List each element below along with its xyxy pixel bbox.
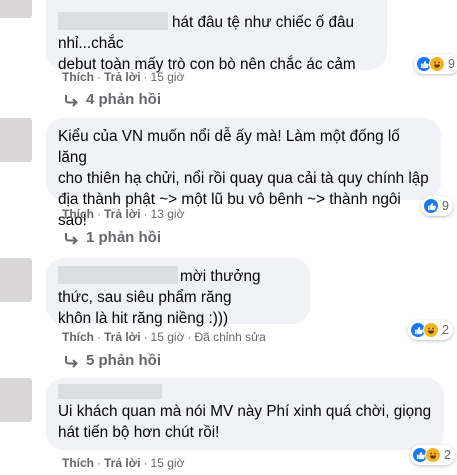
author-name-blurred[interactable] xyxy=(58,266,178,284)
avatar[interactable] xyxy=(0,0,32,18)
reaction-summary[interactable]: 2 xyxy=(408,320,453,340)
like-button[interactable]: Thích xyxy=(62,207,94,221)
comment-text: hát đâu tệ như chiếc ố đâu nhỉ...chắc de… xyxy=(58,12,356,73)
haha-reaction-icon xyxy=(425,447,441,463)
comment-bubble: mời thưởng thức, sau siêu phẩm răng khôn… xyxy=(46,258,310,327)
author-name-blurred[interactable] xyxy=(58,12,168,30)
comment-bubble: Kiểu của VN muốn nổi dễ ấy mà! Làm một đ… xyxy=(46,118,441,229)
reaction-summary[interactable]: 9 xyxy=(421,196,453,216)
reply-arrow-icon xyxy=(65,232,78,245)
edited-label[interactable]: Đã chỉnh sửa xyxy=(194,330,265,344)
like-button[interactable]: Thích xyxy=(62,70,94,84)
reply-button[interactable]: Trả lời xyxy=(104,207,141,221)
comment-actions: Thích · Trả lời · 15 giờ xyxy=(62,456,185,470)
reaction-count: 2 xyxy=(442,323,449,337)
like-button[interactable]: Thích xyxy=(62,330,94,344)
like-reaction-icon xyxy=(423,198,439,214)
timestamp[interactable]: 15 giờ xyxy=(151,70,185,84)
reaction-summary[interactable]: 9 xyxy=(414,54,457,74)
reaction-count: 2 xyxy=(444,448,451,462)
haha-reaction-icon xyxy=(423,322,439,338)
reply-button[interactable]: Trả lời xyxy=(104,456,141,470)
avatar[interactable] xyxy=(0,378,32,422)
reaction-summary[interactable]: 2 xyxy=(410,445,455,465)
view-replies-link[interactable]: 4 phản hồi xyxy=(64,91,161,108)
reply-arrow-icon xyxy=(65,94,78,107)
replies-count: 5 phản hồi xyxy=(86,352,161,369)
reply-arrow-icon xyxy=(65,355,78,368)
timestamp[interactable]: 15 giờ xyxy=(151,456,185,470)
comment-text: mời thưởng thức, sau siêu phẩm răng khôn… xyxy=(58,266,261,327)
reply-button[interactable]: Trả lời xyxy=(104,70,141,84)
like-button[interactable]: Thích xyxy=(62,456,94,470)
comment-actions: Thích · Trả lời · 13 giờ xyxy=(62,207,185,221)
avatar[interactable] xyxy=(0,118,32,162)
author-name-blurred[interactable] xyxy=(58,384,162,399)
comment-text: Ui khách quan mà nói MV này Phí xinh quá… xyxy=(58,403,432,441)
view-replies-link[interactable]: 1 phản hồi xyxy=(64,229,161,246)
reply-button[interactable]: Trả lời xyxy=(104,330,141,344)
replies-count: 1 phản hồi xyxy=(86,229,161,246)
comment-bubble: Ui khách quan mà nói MV này Phí xinh quá… xyxy=(46,378,444,450)
reaction-count: 9 xyxy=(448,57,455,71)
comment-actions: Thích · Trả lời · 15 giờ xyxy=(62,70,185,84)
comment-actions: Thích · Trả lời · 15 giờ · Đã chỉnh sửa xyxy=(62,330,266,344)
reaction-count: 9 xyxy=(442,199,449,213)
avatar[interactable] xyxy=(0,258,32,302)
timestamp[interactable]: 15 giờ xyxy=(151,330,185,344)
timestamp[interactable]: 13 giờ xyxy=(151,207,185,221)
comment-bubble: hát đâu tệ như chiếc ố đâu nhỉ...chắc de… xyxy=(46,0,387,73)
haha-reaction-icon xyxy=(429,56,445,72)
view-replies-link[interactable]: 5 phản hồi xyxy=(64,352,161,369)
replies-count: 4 phản hồi xyxy=(86,91,161,108)
